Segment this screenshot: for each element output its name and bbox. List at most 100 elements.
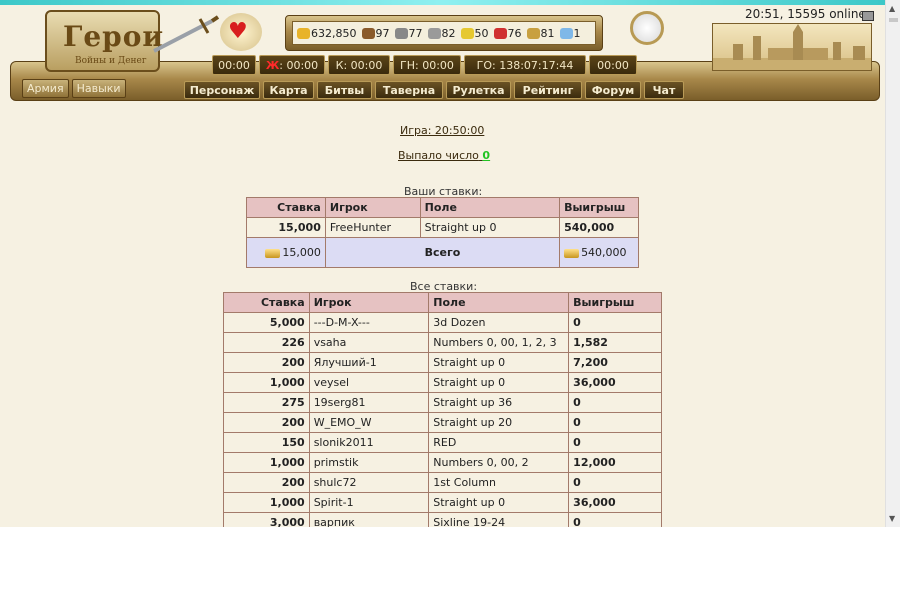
bet-player: FreeHunter: [324, 217, 421, 238]
bet-player: shulc72: [308, 472, 430, 493]
all-bets-table: Ставка Игрок Поле Выигрыш 5,000 ---D-M-X-…: [223, 292, 662, 527]
vertical-scrollbar[interactable]: ▲ ▼: [885, 0, 900, 527]
mercury-icon: [427, 27, 441, 39]
resource-item: 76: [493, 26, 522, 40]
game-page: Герои Войны и Денег ♥ 632,850 97 77 82 50 76 8…: [0, 0, 885, 527]
scroll-up-icon[interactable]: ▲: [889, 4, 895, 13]
online-status: 20:51, 15595 online: [745, 7, 866, 21]
total-win: 540,000: [581, 246, 627, 259]
bet-field: Straight up 0: [419, 217, 561, 238]
bet-player: slonik2011: [308, 432, 430, 453]
bet-win: 540,000: [559, 217, 639, 238]
bet-win: 12,000: [568, 452, 662, 473]
col-win: Выигрыш: [559, 197, 639, 218]
heart-icon[interactable]: ♥: [228, 19, 248, 44]
col-stake: Ставка: [246, 197, 326, 218]
table-row: 150 slonik2011 RED 0: [223, 432, 662, 453]
total-win-cell: 540,000: [559, 237, 639, 268]
table-row: 200 W_EMO_W Straight up 20 0: [223, 412, 662, 433]
nav-item[interactable]: Чат: [644, 81, 684, 99]
bet-player: W_EMO_W: [308, 412, 430, 433]
skills-button[interactable]: Навыки: [71, 79, 126, 98]
nav-item[interactable]: Битвы: [317, 81, 372, 99]
dropped-number-link[interactable]: Выпало число 0: [398, 149, 490, 162]
bet-stake: 15,000: [246, 217, 326, 238]
scroll-thumb[interactable]: [889, 18, 898, 22]
resource-item: 81: [526, 26, 555, 40]
bet-win: 0: [568, 432, 662, 453]
my-bets-table: Ставка Игрок Поле Выигрыш 15,000 FreeHun…: [246, 197, 639, 268]
bet-player: варпик: [308, 512, 430, 527]
bet-win: 36,000: [568, 492, 662, 513]
nav-item[interactable]: Рейтинг: [514, 81, 582, 99]
bet-stake: 226: [223, 332, 310, 353]
resource-item: 77: [394, 27, 423, 40]
table-row: 275 19serg81 Straight up 36 0: [223, 392, 662, 413]
col-field: Поле: [419, 197, 561, 218]
resource-value: 76: [507, 26, 522, 40]
resource-value: 81: [540, 26, 555, 40]
game-logo[interactable]: Герои Войны и Денег: [45, 10, 163, 72]
bet-player: Ялучший-1: [308, 352, 430, 373]
bet-player: primstik: [308, 452, 430, 473]
total-stake: 15,000: [282, 246, 321, 259]
nav-item[interactable]: Форум: [585, 81, 641, 99]
ore-icon: [394, 27, 408, 39]
bet-stake: 5,000: [223, 312, 310, 333]
col-win: Выигрыш: [568, 292, 662, 313]
timer-label: К: 00:00: [335, 58, 383, 72]
bet-win: 7,200: [568, 352, 662, 373]
main-nav: Персонаж Карта Битвы Таверна Рулетка Рейтинг Ф…: [184, 81, 684, 99]
bet-stake: 150: [223, 432, 310, 453]
bet-player: veysel: [308, 372, 430, 393]
bet-field: 1st Column: [428, 472, 570, 493]
ring-icon[interactable]: [630, 11, 664, 45]
nav-item[interactable]: Персонаж: [184, 81, 260, 99]
timer-5: 00:00: [589, 55, 637, 75]
table-row: 15,000 FreeHunter Straight up 0 540,000: [246, 217, 639, 238]
nav-item[interactable]: Карта: [263, 81, 314, 99]
resource-value: 97: [375, 26, 390, 40]
bet-win: 0: [568, 472, 662, 493]
bet-win: 1,582: [568, 332, 662, 353]
online-list-icon[interactable]: [862, 11, 874, 21]
nav-item[interactable]: Рулетка: [446, 81, 511, 99]
castle-icon: [713, 24, 871, 70]
resources-panel: 632,850 97 77 82 50 76 81 1: [285, 15, 603, 51]
resources-list: 632,850 97 77 82 50 76 81 1: [292, 21, 596, 45]
timer-0: 00:00: [212, 55, 256, 75]
dropped-number: 0: [482, 149, 491, 162]
game-header: Герои Войны и Денег ♥ 632,850 97 77 82 50 76 8…: [0, 3, 885, 101]
bet-field: Numbers 0, 00, 2: [428, 452, 570, 473]
resource-item: 50: [460, 26, 489, 40]
army-button[interactable]: Армия: [22, 79, 69, 98]
timer-label: 00:00: [597, 58, 629, 72]
col-player: Игрок: [308, 292, 430, 313]
table-row: 3,000 варпик Sixline 19-24 0: [223, 512, 662, 527]
table-row: 1,000 veysel Straight up 0 36,000: [223, 372, 662, 393]
gems-icon: [526, 27, 540, 39]
logo-subtitle: Войны и Денег: [75, 56, 147, 66]
nav-item[interactable]: Таверна: [375, 81, 443, 99]
bet-win: 36,000: [568, 372, 662, 393]
scroll-down-icon[interactable]: ▼: [889, 514, 895, 523]
table-row: 226 vsaha Numbers 0, 00, 1, 2, 3 1,582: [223, 332, 662, 353]
my-bets-header: Ставка Игрок Поле Выигрыш: [246, 197, 639, 218]
all-bets-header: Ставка Игрок Поле Выигрыш: [223, 292, 662, 313]
bet-field: Numbers 0, 00, 1, 2, 3: [428, 332, 570, 353]
timer-4: ГО: 138:07:17:44: [464, 55, 586, 75]
resource-value: 50: [474, 26, 489, 40]
game-link[interactable]: Игра: 20:50:00: [400, 124, 484, 137]
diamond-icon: [559, 27, 573, 39]
timer-red-label: Ж: [265, 58, 280, 72]
all-bets-body: 5,000 ---D-M-X--- 3d Dozen 0 226 vsaha Numbers…: [223, 312, 662, 527]
timer-label: 00:00: [218, 58, 250, 72]
army-skills-bar: Армия Навыки: [22, 79, 126, 98]
bet-field: RED: [428, 432, 570, 453]
table-row: 200 shulc72 1st Column 0: [223, 472, 662, 493]
resource-value: 82: [441, 26, 456, 40]
bet-player: 19serg81: [308, 392, 430, 413]
table-row: 1,000 Spirit-1 Straight up 0 36,000: [223, 492, 662, 513]
resource-item: 97: [361, 26, 390, 40]
resource-value: 632,850: [311, 26, 357, 40]
